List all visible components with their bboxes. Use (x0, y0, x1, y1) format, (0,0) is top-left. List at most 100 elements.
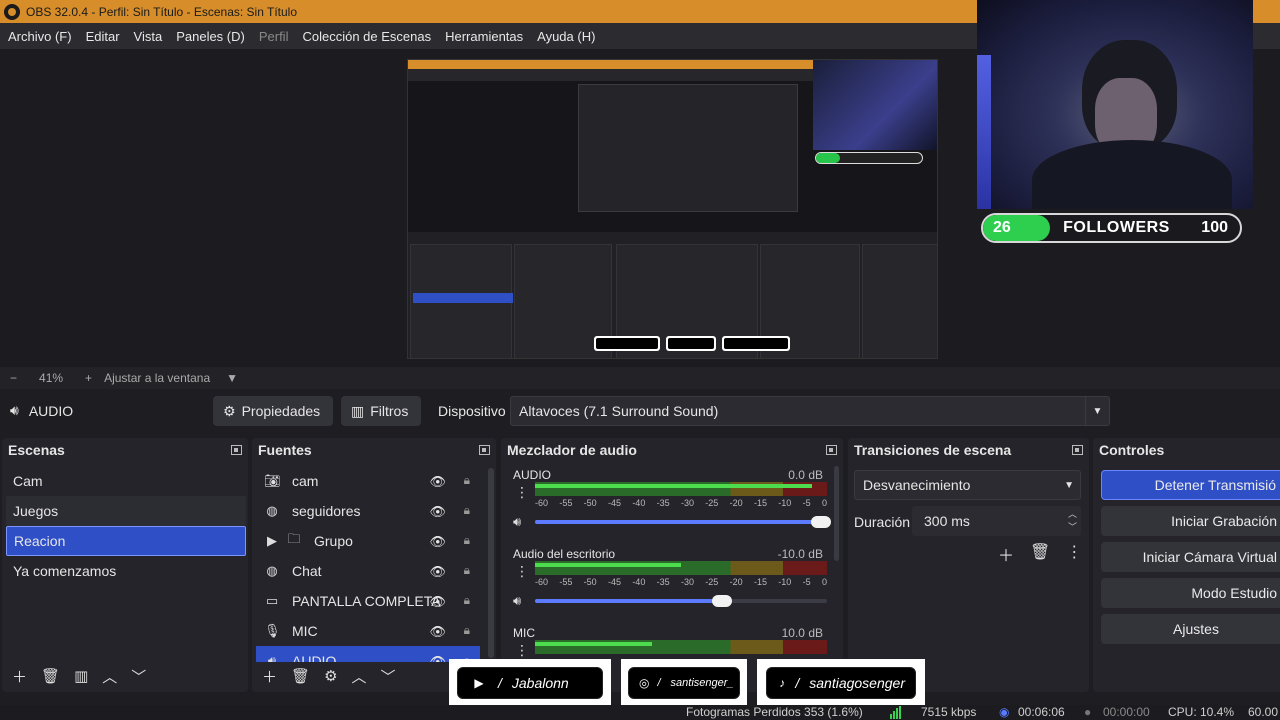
stop-stream-button[interactable]: Detener Transmisió (1101, 470, 1280, 500)
slider-fill (535, 520, 822, 524)
speaker-icon[interactable]: 🔊︎ (513, 593, 521, 609)
fit-to-window-label[interactable]: Ajustar a la ventana (104, 371, 210, 385)
move-up-icon[interactable]: ︿ (352, 666, 367, 687)
trash-icon[interactable]: 🗑︎ (41, 667, 60, 685)
properties-button[interactable]: ⚙ Propiedades (213, 396, 333, 426)
menu-ayuda[interactable]: Ayuda (H) (537, 29, 595, 44)
more-options-icon[interactable]: ⋮ (1066, 542, 1082, 566)
chevron-down-icon: ▼ (1085, 397, 1109, 425)
eye-icon[interactable]: 👁︎ (429, 594, 446, 610)
zoom-out-button[interactable]: − (10, 371, 17, 385)
move-down-icon[interactable]: ﹀ (381, 666, 396, 687)
lock-icon[interactable]: 🔒︎ (464, 623, 470, 638)
sources-scrollbar[interactable] (488, 468, 494, 658)
menu-archivo[interactable]: Archivo (F) (8, 29, 72, 44)
trash-icon[interactable]: 🗑︎ (291, 667, 310, 685)
menu-editar[interactable]: Editar (86, 29, 120, 44)
lock-icon[interactable]: 🔒︎ (464, 563, 470, 578)
source-item-chat[interactable]: ◍ Chat 👁︎ 🔒︎ (256, 556, 480, 586)
slider-knob[interactable] (711, 595, 732, 607)
social-tiktok-pill: ♪ / santiagosenger (766, 667, 916, 699)
move-down-icon[interactable]: ﹀ (131, 666, 146, 687)
social-instagram: ◎ / santisenger_ (621, 659, 747, 707)
speaker-icon[interactable]: 🔊︎ (513, 514, 521, 530)
more-options-icon[interactable]: ⋮ (515, 484, 529, 501)
trash-icon[interactable]: 🗑︎ (1030, 542, 1050, 566)
fps: 60.00 (1248, 705, 1279, 719)
status-bar: Fotogramas Perdidos 353 (1.6%) 7515 kbps… (0, 705, 1280, 720)
zoom-dropdown-chevron-icon[interactable]: ▼ (226, 371, 238, 385)
start-recording-button[interactable]: Iniciar Grabación (1101, 506, 1280, 536)
menu-coleccion-escenas[interactable]: Colección de Escenas (302, 29, 431, 44)
nested-social-youtube (594, 336, 660, 351)
eye-icon[interactable]: 👁︎ (429, 654, 446, 662)
duration-stepper[interactable]: ︿ ﹀ (1068, 508, 1077, 534)
expand-arrow-icon[interactable]: ▶ (264, 533, 280, 549)
stream-time: 00:06:06 (1018, 705, 1065, 719)
undock-icon[interactable] (231, 445, 242, 455)
tick-label: -35 (656, 498, 670, 508)
volume-slider[interactable] (535, 516, 832, 528)
transition-select[interactable]: Desvanecimiento ▼ (854, 470, 1081, 500)
start-virtual-camera-button[interactable]: Iniciar Cámara Virtual (1101, 542, 1280, 572)
slider-knob[interactable] (811, 516, 832, 528)
eye-icon[interactable]: 👁︎ (429, 474, 446, 490)
mixer-scrollbar[interactable] (834, 466, 839, 561)
scene-item-cam[interactable]: Cam (6, 466, 246, 496)
source-item-pantalla-completa[interactable]: ▭ PANTALLA COMPLETA 👁︎ 🔒︎ (256, 586, 480, 616)
lock-icon[interactable]: 🔒︎ (464, 593, 470, 608)
menu-perfil[interactable]: Perfil (259, 29, 289, 44)
eye-icon[interactable]: 👁︎ (429, 504, 446, 520)
social-youtube-pill: ▶ / Jabalonn (457, 667, 603, 699)
tick-label: -25 (705, 577, 719, 587)
source-item-mic[interactable]: 🎙︎ MIC 👁︎ 🔒︎ (256, 616, 480, 646)
source-item-audio[interactable]: 🔊︎ AUDIO 👁︎ 🔒︎ (256, 646, 480, 662)
source-item-seguidores[interactable]: ◍ seguidores 👁︎ 🔒︎ (256, 496, 480, 526)
scene-filters-icon[interactable]: ▥ (74, 667, 88, 685)
filters-button[interactable]: ▥ Filtros (341, 396, 421, 426)
lock-icon[interactable]: 🔒︎ (464, 473, 470, 488)
more-options-icon[interactable]: ⋮ (515, 563, 529, 580)
tick-label: -60 (535, 577, 549, 587)
instagram-icon: ◎ (639, 676, 650, 690)
scene-item-reacion[interactable]: Reacion (6, 526, 246, 556)
studio-mode-button[interactable]: Modo Estudio (1101, 578, 1280, 608)
undock-icon[interactable] (1072, 445, 1083, 455)
zoom-in-button[interactable]: + (85, 371, 92, 385)
lock-icon[interactable]: 🔒︎ (464, 533, 470, 548)
speaker-icon: 🔊︎ (267, 653, 277, 662)
menu-paneles[interactable]: Paneles (D) (176, 29, 245, 44)
undock-icon[interactable] (826, 445, 837, 455)
eye-icon[interactable]: 👁︎ (429, 534, 446, 550)
add-source-icon[interactable]: ＋ (262, 666, 277, 687)
menu-vista[interactable]: Vista (134, 29, 163, 44)
preview-canvas[interactable] (407, 59, 938, 359)
device-value: Altavoces (7.1 Surround Sound) (519, 403, 719, 419)
move-up-icon[interactable]: ︿ (102, 666, 117, 687)
scene-item-juegos[interactable]: Juegos (6, 496, 246, 526)
duration-input[interactable]: 300 ms ︿ ﹀ (912, 506, 1081, 536)
streaming-icon: ◉ (999, 705, 1010, 719)
more-options-icon[interactable]: ⋮ (515, 642, 529, 659)
nested-followers-bar (815, 152, 923, 164)
add-transition-icon[interactable]: ＋ (998, 542, 1014, 566)
source-item-cam[interactable]: 📷︎ cam 👁︎ 🔒︎ (256, 466, 480, 496)
menu-herramientas[interactable]: Herramientas (445, 29, 523, 44)
scene-item-ya-comenzamos[interactable]: Ya comenzamos (6, 556, 246, 586)
source-item-grupo[interactable]: ▶ 🗀 Grupo 👁︎ 🔒︎ (256, 526, 480, 556)
speaker-icon: 🔊︎ (10, 402, 19, 418)
eye-icon[interactable]: 👁︎ (429, 564, 446, 580)
lock-icon[interactable]: 🔒︎ (464, 503, 470, 518)
tick-label: 0 (821, 577, 827, 587)
settings-button[interactable]: Ajustes (1101, 614, 1280, 644)
gear-icon[interactable]: ⚙ (324, 667, 337, 685)
recording-icon: ● (1084, 705, 1092, 719)
volume-slider[interactable] (535, 595, 827, 607)
mixer-title: Mezclador de audio (507, 442, 637, 458)
add-scene-icon[interactable]: ＋ (12, 666, 27, 687)
device-select[interactable]: Altavoces (7.1 Surround Sound) ▼ (510, 396, 1110, 426)
social-tiktok: ♪ / santiagosenger (757, 659, 925, 707)
undock-icon[interactable] (479, 445, 490, 455)
tick-label: -45 (607, 498, 621, 508)
eye-icon[interactable]: 👁︎ (429, 624, 446, 640)
